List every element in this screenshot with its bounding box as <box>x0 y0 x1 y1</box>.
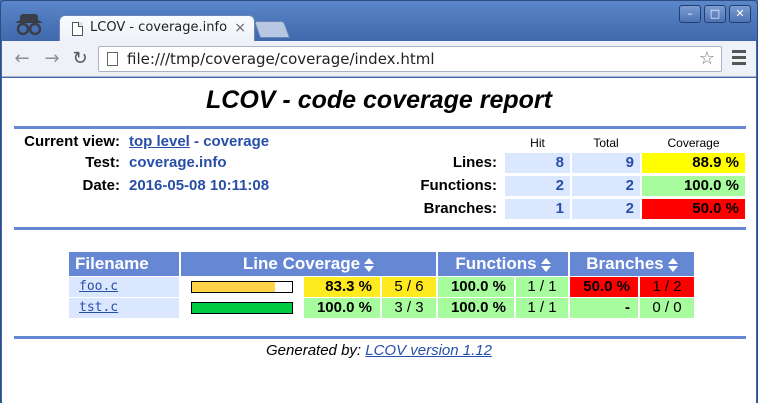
column-header-functions[interactable]: Functions <box>438 252 568 276</box>
column-header-line-coverage[interactable]: Line Coverage <box>181 252 436 276</box>
column-header-branches[interactable]: Branches <box>570 252 694 276</box>
line-coverage-percent: 83.3 % <box>304 277 380 297</box>
summary-branches-coverage: 50.0 % <box>642 199 745 219</box>
table-row: foo.c <box>69 277 179 297</box>
new-tab-button[interactable] <box>253 21 291 38</box>
branch-coverage-percent: - <box>570 298 638 318</box>
sort-icon[interactable] <box>540 257 551 272</box>
branch-coverage-percent: 50.0 % <box>570 277 638 297</box>
summary-functions-hit: 2 <box>505 176 570 196</box>
branch-coverage-ratio: 0 / 0 <box>640 298 694 318</box>
summary-lines-total: 9 <box>572 153 640 173</box>
date-label: Date: <box>82 177 120 194</box>
address-bar[interactable]: file:///tmp/coverage/coverage/index.html… <box>98 46 722 72</box>
footer: Generated by: LCOV version 1.12 <box>2 342 756 359</box>
incognito-icon <box>15 14 43 36</box>
page-icon <box>72 22 83 36</box>
column-header-filename: Filename <box>69 252 179 276</box>
summary-functions-coverage: 100.0 % <box>642 176 745 196</box>
sort-icon[interactable] <box>667 257 678 272</box>
summary-branches-label: Branches: <box>423 200 497 217</box>
summary-branches-total: 2 <box>572 199 640 219</box>
menu-icon[interactable] <box>732 50 746 68</box>
divider <box>14 227 746 230</box>
forward-arrow-icon[interactable]: → <box>42 49 62 69</box>
branch-coverage-ratio: 1 / 2 <box>640 277 694 297</box>
browser-toolbar: ← → ↻ file:///tmp/coverage/coverage/inde… <box>2 41 756 77</box>
current-view-name: coverage <box>203 133 270 150</box>
file-link[interactable]: foo.c <box>79 279 118 294</box>
current-view-sep: - <box>189 133 204 150</box>
summary-functions-total: 2 <box>572 176 640 196</box>
divider <box>14 126 746 129</box>
reload-icon[interactable]: ↻ <box>70 49 90 69</box>
function-coverage-percent: 100.0 % <box>438 277 514 297</box>
lcov-version-link[interactable]: LCOV version 1.12 <box>365 342 492 359</box>
summary-header-coverage: Coverage <box>667 136 720 150</box>
browser-window: LCOV - coverage.info × – □ ✕ ← → ↻ file:… <box>0 0 758 403</box>
sort-icon[interactable] <box>364 257 375 272</box>
back-arrow-icon[interactable]: ← <box>12 49 32 69</box>
summary-functions-label: Functions: <box>420 177 497 194</box>
function-coverage-ratio: 1 / 1 <box>516 298 568 318</box>
coverage-bar-fill <box>192 303 292 313</box>
page-content: LCOV - code coverage report Current view… <box>2 78 756 403</box>
address-url[interactable]: file:///tmp/coverage/coverage/index.html <box>127 50 435 68</box>
tab-active[interactable]: LCOV - coverage.info × <box>59 15 255 41</box>
current-view-value: top level - coverage <box>129 133 269 150</box>
line-coverage-ratio: 3 / 3 <box>382 298 436 318</box>
summary-branches-hit: 1 <box>505 199 570 219</box>
table-row: tst.c <box>69 298 179 318</box>
minimize-button[interactable]: – <box>679 5 701 23</box>
close-window-button[interactable]: ✕ <box>729 5 751 23</box>
summary-header-hit: Hit <box>530 136 545 150</box>
current-view-label: Current view: <box>24 133 120 150</box>
function-coverage-percent: 100.0 % <box>438 298 514 318</box>
test-value: coverage.info <box>129 154 227 171</box>
line-coverage-ratio: 5 / 6 <box>382 277 436 297</box>
coverage-bar-cell <box>181 298 302 318</box>
tab-title: LCOV - coverage.info <box>90 20 228 35</box>
tab-strip: LCOV - coverage.info × – □ ✕ <box>1 1 757 41</box>
coverage-bar <box>191 281 293 293</box>
summary-header-total: Total <box>593 136 619 150</box>
top-level-link[interactable]: top level <box>129 133 190 150</box>
summary-lines-coverage: 88.9 % <box>642 153 745 173</box>
footer-prefix: Generated by: <box>266 342 366 359</box>
line-coverage-percent: 100.0 % <box>304 298 380 318</box>
window-controls: – □ ✕ <box>679 5 751 23</box>
coverage-bar <box>191 302 293 314</box>
bookmark-star-icon[interactable]: ☆ <box>699 48 715 69</box>
function-coverage-ratio: 1 / 1 <box>516 277 568 297</box>
file-link[interactable]: tst.c <box>79 300 118 315</box>
test-label: Test: <box>85 154 120 171</box>
coverage-bar-cell <box>181 277 302 297</box>
coverage-bar-fill <box>192 282 276 292</box>
page-title: LCOV - code coverage report <box>206 86 552 114</box>
page-icon <box>107 52 118 66</box>
summary-lines-label: Lines: <box>452 154 497 171</box>
summary-lines-hit: 8 <box>505 153 570 173</box>
divider <box>14 336 746 339</box>
maximize-button[interactable]: □ <box>704 5 726 23</box>
close-tab-icon[interactable]: × <box>234 20 246 36</box>
date-value: 2016-05-08 10:11:08 <box>129 177 270 194</box>
